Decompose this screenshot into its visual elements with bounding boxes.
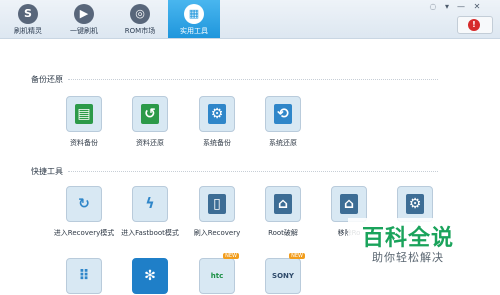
tool-root[interactable]: ⌂ Root破解 — [248, 186, 318, 238]
tab-label: 实用工具 — [180, 27, 208, 35]
logo-s-icon: S — [18, 4, 38, 24]
section-divider — [68, 79, 438, 80]
system-backup-icon: ⚙ — [199, 96, 235, 132]
watermark-subtitle: 助你轻松解决 — [372, 251, 444, 264]
document-copy-icon: ▤ — [66, 96, 102, 132]
watermark: 百科全说 助你轻松解决 — [348, 218, 470, 268]
minimize-icon[interactable]: — — [456, 2, 466, 12]
notification-badge: ! — [468, 19, 480, 31]
new-badge: NEW — [289, 253, 305, 259]
tool-label: 进入Recovery模式 — [53, 229, 115, 237]
tab-label: 刷机精灵 — [14, 27, 42, 35]
tab-rom-market[interactable]: ◎ ROM市场 — [114, 0, 166, 38]
rom-icon: ◎ — [130, 4, 150, 24]
tool-sony-unlock[interactable]: SONY NEW — [248, 253, 318, 294]
section-divider — [68, 171, 438, 172]
tool-more[interactable]: ⠿ — [49, 258, 119, 294]
htc-unlock-icon: htc NEW — [199, 253, 239, 294]
tool-htc-unlock[interactable]: htc NEW — [182, 253, 252, 294]
tool-loading[interactable]: ✻ — [115, 258, 185, 294]
tool-system-backup[interactable]: ⚙ 系统备份 — [182, 96, 252, 148]
tab-one-click-flash[interactable]: ▶ 一键刷机 — [58, 0, 110, 38]
tool-system-restore[interactable]: ⟲ 系统还原 — [248, 96, 318, 148]
tool-label: 系统备份 — [203, 139, 231, 147]
tool-label: 资料还原 — [136, 139, 164, 147]
new-badge: NEW — [223, 253, 239, 259]
tab-utility-tools[interactable]: ▦ 实用工具 — [168, 0, 220, 38]
sony-unlock-icon: SONY NEW — [265, 253, 305, 294]
tool-label: Root破解 — [268, 229, 298, 237]
tool-enter-fastboot[interactable]: ϟ 进入Fastboot模式 — [115, 186, 185, 238]
tool-label: 资料备份 — [70, 139, 98, 147]
feedback-icon[interactable]: ◌ — [428, 2, 438, 12]
tool-data-backup[interactable]: ▤ 资料备份 — [49, 96, 119, 148]
refresh-icon: ↻ — [66, 186, 102, 222]
lightning-icon: ϟ — [132, 186, 168, 222]
watermark-title: 百科全说 — [362, 226, 455, 251]
tool-enter-recovery[interactable]: ↻ 进入Recovery模式 — [49, 186, 119, 238]
grid-icon: ▦ — [184, 4, 204, 24]
tool-label: 进入Fastboot模式 — [121, 229, 179, 237]
section-title-quick-tools: 快捷工具 — [31, 167, 63, 176]
menu-icon[interactable]: ▾ — [442, 2, 452, 12]
flash-phone-icon: ▯ — [199, 186, 235, 222]
gears-icon: ⚙ — [397, 186, 433, 222]
tool-label: 系统还原 — [269, 139, 297, 147]
tab-flash-wizard[interactable]: S 刷机精灵 — [2, 0, 54, 38]
tool-data-restore[interactable]: ↺ 资料还原 — [115, 96, 185, 148]
play-icon: ▶ — [74, 4, 94, 24]
dots-grid-icon: ⠿ — [66, 258, 102, 294]
android-icon: ⌂ — [265, 186, 301, 222]
tool-label: 刷入Recovery — [193, 229, 241, 237]
loading-spinner-icon: ✻ — [132, 258, 168, 294]
close-icon[interactable]: ✕ — [472, 2, 482, 12]
tab-label: 一键刷机 — [70, 27, 98, 35]
document-restore-icon: ↺ — [132, 96, 168, 132]
system-restore-icon: ⟲ — [265, 96, 301, 132]
notification-button[interactable]: ! — [457, 16, 493, 34]
tool-flash-recovery[interactable]: ▯ 刷入Recovery — [182, 186, 252, 238]
section-title-backup: 备份还原 — [31, 75, 63, 84]
top-toolbar: S 刷机精灵 ▶ 一键刷机 ◎ ROM市场 ▦ 实用工具 ◌ ▾ — ✕ ! — [0, 0, 500, 39]
android-remove-icon: ⌂ — [331, 186, 367, 222]
